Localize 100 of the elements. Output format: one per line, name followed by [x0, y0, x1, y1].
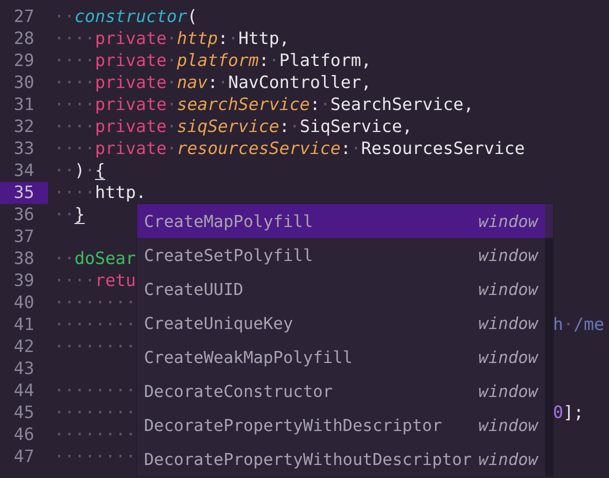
line-number: 38	[12, 248, 36, 270]
whitespace-dots: ·	[320, 94, 330, 116]
whitespace-dots: ·	[84, 160, 95, 182]
suggestion-detail: window	[478, 314, 538, 332]
suggestion-item[interactable]: DecoratePropertyWithDescriptor window	[137, 408, 545, 442]
suggestion-detail: window	[478, 246, 538, 264]
line-number: 44	[12, 380, 36, 402]
code-text: :	[218, 28, 228, 50]
whitespace-dots: ·	[166, 72, 177, 94]
whitespace-dots: ····	[54, 50, 95, 72]
whitespace-dots: ····	[54, 94, 95, 116]
matched-bracket: }	[74, 204, 85, 226]
whitespace-dots: ·	[350, 138, 362, 160]
whitespace-dots: ·	[166, 138, 177, 160]
code-text: NavController,	[228, 72, 372, 94]
whitespace-dots: ··	[54, 248, 74, 270]
code-text: (	[187, 6, 198, 28]
suggestion-label: DecoratePropertyWithoutDescriptor	[144, 450, 472, 468]
suggestion-detail: window	[478, 212, 538, 230]
line-number: 31	[12, 94, 36, 116]
number-literal: 0	[553, 402, 564, 424]
line-number: 34	[12, 160, 36, 182]
code-text: ResourcesService	[361, 138, 525, 160]
whitespace-dots: ·	[166, 116, 177, 138]
line-number: 27	[12, 6, 36, 28]
whitespace-dots: ·	[289, 116, 300, 138]
whitespace-dots: ·	[166, 50, 177, 72]
code-text: Platform,	[279, 50, 372, 72]
suggestion-item[interactable]: DecorateConstructor window	[137, 374, 545, 408]
whitespace-dots: ········	[54, 314, 136, 336]
whitespace-dots: ·	[228, 28, 238, 50]
code-text: http.	[94, 182, 146, 204]
function-name: constructor	[74, 6, 188, 28]
whitespace-dots: ····	[54, 138, 95, 160]
line-number: 40	[12, 292, 36, 314]
suggestion-detail: window	[478, 348, 538, 366]
whitespace-dots: ····	[54, 28, 95, 50]
suggestion-detail: window	[478, 382, 538, 400]
suggestion-item[interactable]: CreateUniqueKey window	[137, 306, 545, 340]
keyword: private	[94, 50, 167, 72]
line-number: 42	[12, 336, 36, 358]
whitespace-dots: ·	[166, 94, 177, 116]
keyword: private	[94, 72, 167, 94]
keyword: retu	[94, 270, 136, 292]
suggestion-label: CreateUUID	[144, 280, 244, 298]
line-number: 37	[12, 226, 36, 248]
line-number: 29	[12, 50, 36, 72]
whitespace-dots: ·	[563, 314, 574, 336]
suggestion-label: CreateSetPolyfill	[144, 246, 313, 264]
keyword: private	[94, 28, 167, 50]
parameter-name: resourcesService	[176, 138, 341, 160]
keyword: private	[94, 94, 167, 116]
keyword: private	[94, 138, 167, 160]
parameter-name: platform	[176, 50, 259, 72]
line-number: 32	[12, 116, 36, 138]
code-text: Http,	[238, 28, 290, 50]
line-number: 41	[12, 314, 36, 336]
code-text: :	[279, 116, 290, 138]
code-text: SiqService,	[300, 116, 412, 138]
whitespace-dots: ········	[54, 380, 136, 402]
parameter-name: searchService	[176, 94, 310, 116]
whitespace-dots: ····	[54, 270, 95, 292]
scrollbar[interactable]	[545, 204, 553, 476]
suggestion-label: CreateUniqueKey	[144, 314, 294, 332]
line-number: 35	[0, 182, 48, 204]
keyword: private	[94, 116, 167, 138]
line-number: 33	[12, 138, 36, 160]
whitespace-dots: ········	[54, 446, 136, 468]
suggestion-detail: window	[478, 280, 538, 298]
suggestion-detail: window	[478, 416, 538, 434]
code-text: SearchService,	[330, 94, 474, 116]
line-number: 39	[12, 270, 36, 292]
whitespace-dots: ····	[54, 72, 95, 94]
line-number: 43	[12, 358, 36, 380]
line-number: 46	[12, 424, 36, 446]
whitespace-dots: ····	[54, 116, 95, 138]
whitespace-dots: ········	[54, 336, 136, 358]
whitespace-dots: ····	[54, 182, 95, 204]
whitespace-dots: ··	[54, 160, 74, 182]
line-number: 36	[12, 204, 36, 226]
parameter-name: siqService	[176, 116, 280, 138]
suggestion-label: DecorateConstructor	[144, 382, 333, 400]
line-number: 45	[12, 402, 36, 424]
matched-bracket: {	[94, 160, 106, 182]
whitespace-dots: ··	[54, 204, 74, 226]
whitespace-dots: ·	[218, 72, 228, 94]
line-number: 47	[12, 446, 36, 468]
suggestion-label: DecoratePropertyWithDescriptor	[144, 416, 442, 434]
suggestion-item[interactable]: CreateUUID window	[137, 272, 545, 306]
suggestion-item[interactable]: DecoratePropertyWithoutDescriptor window	[137, 442, 545, 476]
code-text: :	[258, 50, 269, 72]
whitespace-dots: ········	[54, 402, 136, 424]
line-number: 30	[12, 72, 36, 94]
suggestion-item[interactable]: CreateSetPolyfill window	[137, 238, 545, 272]
suggestion-label: CreateWeakMapPolyfill	[144, 348, 353, 366]
suggestion-detail: window	[478, 450, 538, 468]
suggestion-item[interactable]: CreateWeakMapPolyfill window	[137, 340, 545, 374]
whitespace-dots: ········	[54, 292, 136, 314]
suggestion-item[interactable]: CreateMapPolyfill window	[137, 204, 545, 238]
whitespace-dots: ·	[166, 28, 177, 50]
